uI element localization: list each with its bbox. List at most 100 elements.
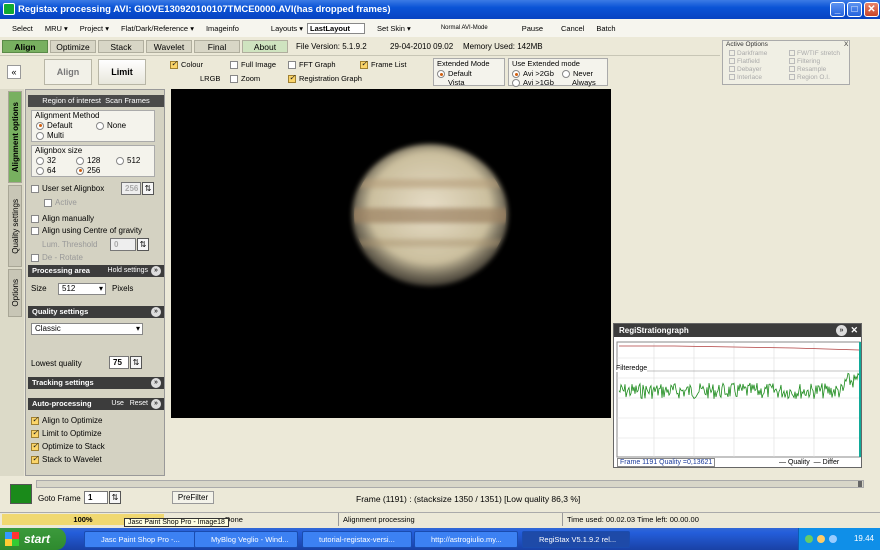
method-multi-label: Multi <box>47 131 64 140</box>
size-128-radio[interactable]: 128 <box>76 156 100 165</box>
tab-about[interactable]: About <box>242 40 288 53</box>
reset-button[interactable]: Reset <box>130 400 148 407</box>
tab-wavelet[interactable]: Wavelet <box>146 40 192 53</box>
align-cog-checkbox[interactable]: Align using Centre of gravity <box>31 226 142 235</box>
use-button[interactable]: Use <box>111 400 123 407</box>
collapse-button[interactable]: « <box>7 65 21 79</box>
menu-layouts[interactable]: Layouts ▾ <box>271 24 303 33</box>
pause-button[interactable]: Pause <box>522 24 543 33</box>
user-alignbox-value[interactable]: 256 <box>121 182 141 195</box>
frame-slider[interactable] <box>36 480 864 488</box>
scan-frames-button[interactable]: Scan Frames <box>105 96 150 105</box>
normal-avi-mode[interactable]: Normal AVI-Mode <box>441 25 488 31</box>
close-button[interactable]: ✕ <box>864 2 879 17</box>
prefilter-button[interactable]: PreFilter <box>172 491 214 504</box>
active-options-close[interactable]: X <box>844 41 848 48</box>
method-default-radio[interactable]: Default <box>36 121 72 130</box>
taskbar-item[interactable]: tutorial-registax-versi... <box>302 531 412 548</box>
align-manually-checkbox[interactable]: Align manually <box>31 214 94 223</box>
avi-1gb-radio[interactable]: Avi >1Gb <box>512 78 554 88</box>
menu-set-skin[interactable]: Set Skin ▾ <box>377 24 411 33</box>
cancel-button[interactable]: Cancel <box>561 24 584 33</box>
lum-threshold-spin[interactable]: ⇅ <box>137 238 149 251</box>
volume-icon[interactable] <box>817 535 825 543</box>
lowest-quality-spin[interactable]: ⇅ <box>130 356 142 369</box>
image-preview[interactable] <box>171 89 611 418</box>
stack-to-wavelet-checkbox[interactable]: Stack to Wavelet <box>31 454 102 464</box>
default-radio[interactable]: Default <box>437 69 472 79</box>
minimize-button[interactable]: _ <box>830 2 845 17</box>
colour-option[interactable]: Colour <box>170 59 203 70</box>
goto-frame-value[interactable]: 1 <box>84 491 108 504</box>
frame-slider-thumb[interactable] <box>858 481 862 487</box>
avi-2gb-radio[interactable]: Avi >2Gb <box>512 69 554 79</box>
tray-icon[interactable] <box>829 535 837 543</box>
taskbar-item-registax[interactable]: RegiStax V5.1.9.2 rel... <box>522 531 630 548</box>
tab-alignment-options[interactable]: Alignment options <box>8 91 22 183</box>
frame-list-label: Frame List <box>371 60 407 69</box>
align-to-optimize-checkbox[interactable]: Align to Optimize <box>31 415 102 425</box>
menu-imageinfo[interactable]: Imageinfo <box>206 24 239 33</box>
quality-method-select[interactable]: Classic <box>31 323 143 335</box>
lowest-quality-value[interactable]: 75 <box>109 356 129 369</box>
full-image-option[interactable]: Full Image <box>230 60 276 70</box>
chevron-down-icon[interactable]: » <box>151 399 161 409</box>
network-icon[interactable] <box>805 535 813 543</box>
goto-frame-spin[interactable]: ⇅ <box>109 491 121 504</box>
chevron-down-icon[interactable]: » <box>151 307 161 317</box>
menu-flat-dark-reference[interactable]: Flat/Dark/Reference ▾ <box>121 24 194 33</box>
size-64-radio[interactable]: 64 <box>36 166 56 175</box>
menu-project[interactable]: Project ▾ <box>80 24 109 33</box>
tab-options[interactable]: Options <box>8 269 22 317</box>
tab-align[interactable]: Align <box>2 40 48 53</box>
size-128-label: 128 <box>87 156 101 165</box>
layout-select[interactable]: LastLayout <box>307 22 366 34</box>
limit-to-optimize-checkbox[interactable]: Limit to Optimize <box>31 428 102 438</box>
tab-final[interactable]: Final <box>194 40 240 53</box>
derotate-checkbox[interactable]: De - Rotate <box>31 253 83 262</box>
limit-button[interactable]: Limit <box>98 59 146 85</box>
method-multi-radio[interactable]: Multi <box>36 131 64 140</box>
size-select[interactable]: 512 <box>58 283 106 295</box>
chevron-down-icon[interactable]: » <box>836 325 847 336</box>
never-radio[interactable]: Never <box>562 69 593 79</box>
tab-stack[interactable]: Stack <box>98 40 144 53</box>
taskbar-item[interactable]: Jasc Paint Shop Pro -... <box>84 531 200 548</box>
registration-graph-option[interactable]: Registration Graph <box>288 73 362 84</box>
vista-radio[interactable]: Vista <box>448 78 465 87</box>
active-checkbox[interactable]: Active <box>44 198 77 207</box>
size-256-radio[interactable]: 256 <box>76 166 100 175</box>
batch-button[interactable]: Batch <box>596 24 615 33</box>
maximize-button[interactable]: □ <box>847 2 862 17</box>
alignment-panel: Region of interest Scan Frames Alignment… <box>25 89 165 476</box>
hold-settings-button[interactable]: Hold settings <box>108 265 148 277</box>
chevron-down-icon[interactable]: » <box>151 266 161 276</box>
user-alignbox-checkbox[interactable]: User set Alignbox <box>31 184 104 193</box>
align-button[interactable]: Align <box>44 59 92 85</box>
always-radio[interactable]: Always <box>572 78 596 87</box>
region-of-interest-button[interactable]: Region of interest <box>42 96 101 105</box>
tab-quality-settings[interactable]: Quality settings <box>8 185 22 267</box>
lum-threshold-value[interactable]: 0 <box>110 238 136 251</box>
close-icon[interactable]: ✕ <box>850 324 858 337</box>
chevron-down-icon[interactable]: » <box>151 378 161 388</box>
build-date: 29-04-2010 09.02 <box>390 42 454 51</box>
tab-optimize[interactable]: Optimize <box>50 40 96 53</box>
taskbar-item[interactable]: http://astrogiulio.my... <box>414 531 518 548</box>
status-color-indicator <box>10 484 32 504</box>
start-button[interactable]: start <box>0 528 66 550</box>
lrgb-option[interactable]: LRGB <box>200 74 220 83</box>
optimize-to-stack-checkbox[interactable]: Optimize to Stack <box>31 441 105 451</box>
taskbar-item[interactable]: MyBlog Veglio - Wind... <box>194 531 298 548</box>
fft-graph-option[interactable]: FFT Graph <box>288 60 336 70</box>
user-alignbox-spin[interactable]: ⇅ <box>142 182 154 195</box>
frame-list-option[interactable]: Frame List <box>360 59 407 70</box>
size-512-radio[interactable]: 512 <box>116 156 140 165</box>
method-none-radio[interactable]: None <box>96 121 126 130</box>
menu-mru[interactable]: MRU ▾ <box>45 24 68 33</box>
clock[interactable]: 19.44 <box>854 534 874 543</box>
zoom-option[interactable]: Zoom <box>230 74 260 84</box>
menu-select[interactable]: Select <box>12 24 33 33</box>
size-32-radio[interactable]: 32 <box>36 156 56 165</box>
registration-graph-label: Registration Graph <box>299 74 362 83</box>
